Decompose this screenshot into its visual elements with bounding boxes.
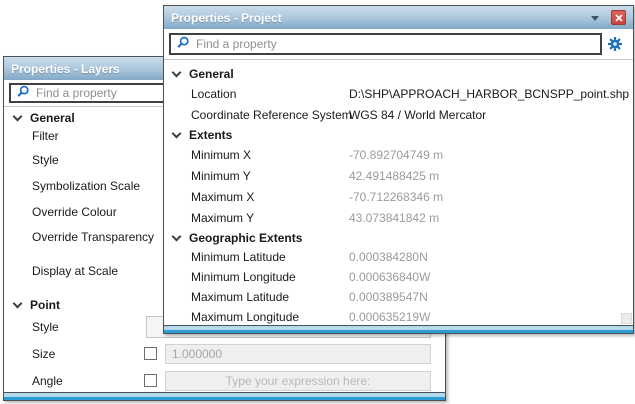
property-label: Minimum Y bbox=[191, 169, 349, 183]
property-row-minimum-x[interactable]: Minimum X-70.892704749 m bbox=[164, 144, 633, 165]
chevron-down-icon bbox=[172, 67, 182, 77]
property-label: Minimum Longitude bbox=[191, 270, 349, 284]
tree-item-label: Point bbox=[30, 298, 60, 312]
section-rows-general: LocationD:\SHP\APPROACH_HARBOR_BCNSPP_po… bbox=[164, 83, 633, 125]
property-row-coordinate-reference-system[interactable]: Coordinate Reference SystemWGS 84 / Worl… bbox=[164, 104, 633, 125]
property-value: -70.712268346 m bbox=[349, 190, 633, 204]
close-icon bbox=[615, 14, 623, 22]
project-searchbox[interactable] bbox=[169, 33, 602, 55]
size-input[interactable] bbox=[165, 344, 431, 364]
tree-item-label: Symbolization Scale bbox=[32, 179, 140, 193]
property-value: 0.000635219W bbox=[349, 310, 633, 324]
chevron-down-icon bbox=[13, 299, 23, 309]
project-property-grid: General LocationD:\SHP\APPROACH_HARBOR_BC… bbox=[164, 60, 633, 327]
property-label: Maximum Latitude bbox=[191, 290, 349, 304]
tree-item-label: Style bbox=[32, 320, 144, 334]
section-header-extents[interactable]: Extents bbox=[164, 125, 633, 144]
desktop-background: Properties - Layers GeneralFilterStyleSy… bbox=[0, 0, 635, 404]
angle-checkbox[interactable] bbox=[144, 374, 157, 387]
project-search-row bbox=[164, 29, 633, 60]
tree-item-angle[interactable]: Angle bbox=[4, 367, 445, 394]
property-row-maximum-longitude[interactable]: Maximum Longitude0.000635219W bbox=[164, 307, 633, 327]
chevron-down-icon bbox=[172, 128, 182, 138]
property-row-minimum-longitude[interactable]: Minimum Longitude0.000636840W bbox=[164, 267, 633, 287]
project-window-title: Properties - Project bbox=[171, 11, 591, 25]
search-icon bbox=[176, 36, 190, 53]
layers-window-resize-bar[interactable] bbox=[4, 392, 445, 400]
property-row-maximum-x[interactable]: Maximum X-70.712268346 m bbox=[164, 186, 633, 207]
search-icon bbox=[16, 85, 30, 102]
property-value: WGS 84 / World Mercator bbox=[349, 108, 633, 122]
property-value: 0.000384280N bbox=[349, 250, 633, 264]
property-label: Maximum Y bbox=[191, 211, 349, 225]
section-header-geographic-extents[interactable]: Geographic Extents bbox=[164, 228, 633, 247]
tree-item-label: Size bbox=[32, 347, 144, 361]
window-menu-chevron-down-icon[interactable] bbox=[591, 16, 599, 21]
property-label: Minimum Latitude bbox=[191, 250, 349, 264]
section-rows-extents: Minimum X-70.892704749 mMinimum Y42.4914… bbox=[164, 144, 633, 228]
project-search-input[interactable] bbox=[171, 35, 600, 53]
property-label: Coordinate Reference System bbox=[191, 108, 349, 122]
property-label: Maximum X bbox=[191, 190, 349, 204]
property-row-location[interactable]: LocationD:\SHP\APPROACH_HARBOR_BCNSPP_po… bbox=[164, 83, 633, 104]
section-header-label: Geographic Extents bbox=[189, 231, 302, 245]
tree-item-label: Filter bbox=[32, 129, 59, 143]
property-value: 0.000636840W bbox=[349, 270, 633, 284]
property-label: Location bbox=[191, 87, 349, 101]
chevron-down-icon bbox=[172, 231, 182, 241]
tree-item-size[interactable]: Size bbox=[4, 340, 445, 367]
section-rows-geographic-extents: Minimum Latitude0.000384280NMinimum Long… bbox=[164, 247, 633, 327]
project-window-titlebar[interactable]: Properties - Project bbox=[164, 6, 633, 29]
section-header-label: Extents bbox=[189, 128, 232, 142]
section-header-label: General bbox=[189, 67, 234, 81]
tree-item-label: Override Colour bbox=[32, 205, 117, 219]
property-row-minimum-y[interactable]: Minimum Y42.491488425 m bbox=[164, 165, 633, 186]
close-button[interactable] bbox=[611, 10, 626, 25]
property-row-maximum-latitude[interactable]: Maximum Latitude0.000389547N bbox=[164, 287, 633, 307]
project-window-resize-bar[interactable] bbox=[164, 325, 633, 333]
properties-project-window: Properties - Project bbox=[163, 5, 634, 334]
property-value: -70.892704749 m bbox=[349, 148, 633, 162]
size-checkbox[interactable] bbox=[144, 347, 157, 360]
tree-item-label: General bbox=[30, 111, 75, 125]
settings-gear-icon[interactable] bbox=[602, 36, 628, 52]
property-row-maximum-y[interactable]: Maximum Y43.073841842 m bbox=[164, 207, 633, 228]
property-label: Minimum X bbox=[191, 148, 349, 162]
tree-item-label: Override Transparency bbox=[32, 230, 154, 244]
property-value: D:\SHP\APPROACH_HARBOR_BCNSPP_point.shp bbox=[349, 87, 633, 101]
property-label: Maximum Longitude bbox=[191, 310, 349, 324]
angle-input[interactable] bbox=[165, 371, 431, 391]
property-row-minimum-latitude[interactable]: Minimum Latitude0.000384280N bbox=[164, 247, 633, 267]
tree-item-label: Angle bbox=[32, 374, 144, 388]
property-value: 43.073841842 m bbox=[349, 211, 633, 225]
property-value: 42.491488425 m bbox=[349, 169, 633, 183]
property-value: 0.000389547N bbox=[349, 290, 633, 304]
tree-item-label: Style bbox=[32, 153, 59, 167]
tree-item-label: Display at Scale bbox=[32, 264, 118, 278]
resize-grip[interactable] bbox=[621, 313, 632, 324]
chevron-down-icon bbox=[13, 111, 23, 121]
section-header-general[interactable]: General bbox=[164, 64, 633, 83]
